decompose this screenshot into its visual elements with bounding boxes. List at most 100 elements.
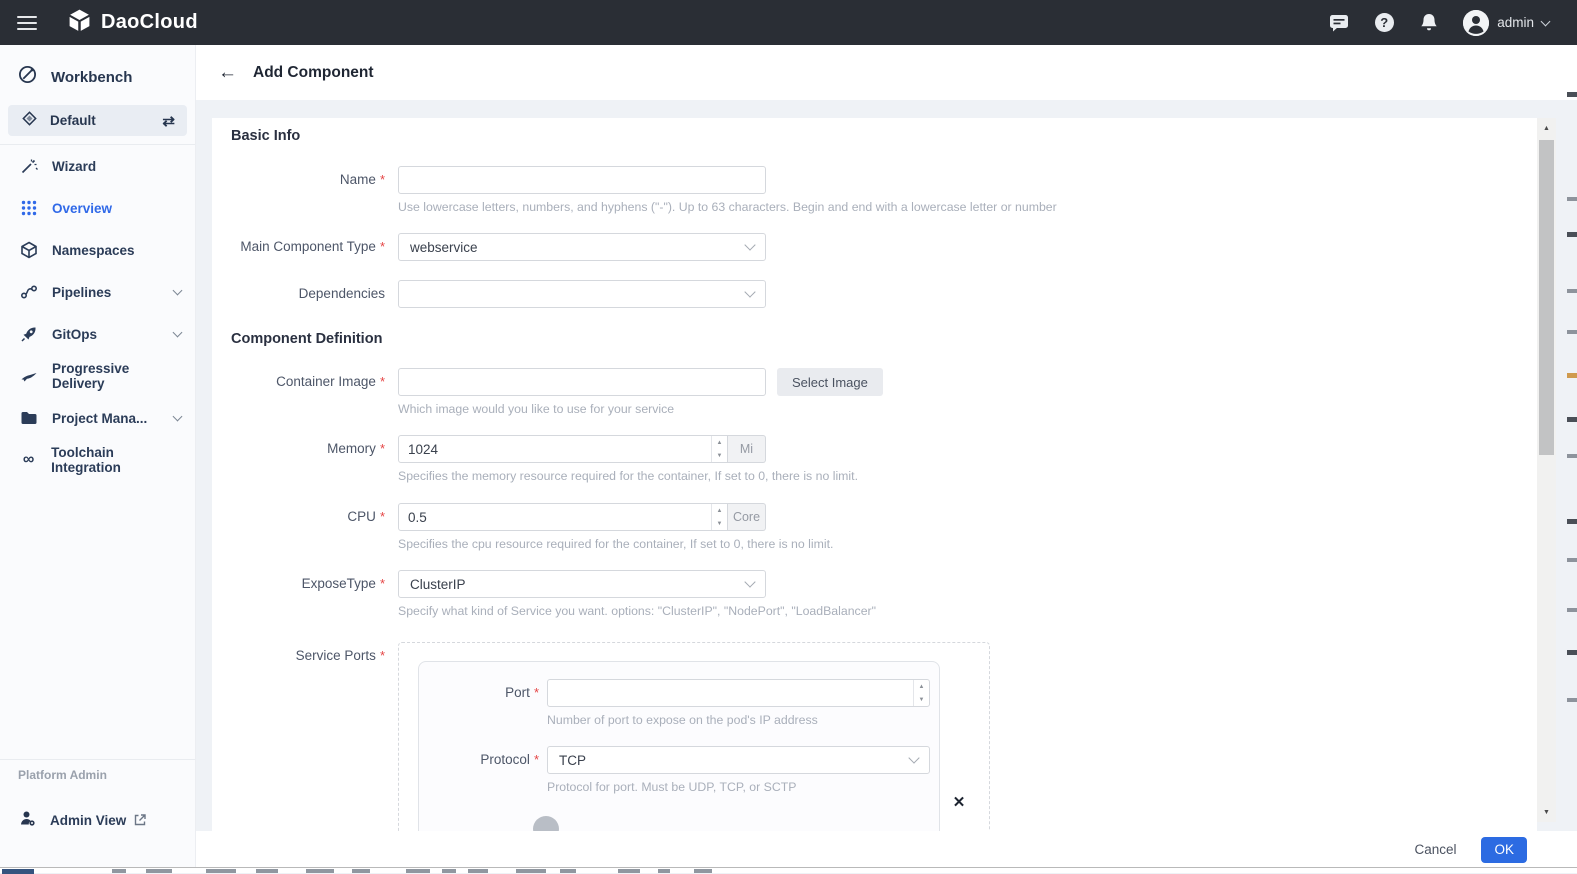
back-arrow-icon[interactable]: ← (218, 63, 237, 82)
daocloud-cube-icon (67, 8, 92, 38)
port-hint: Number of port to expose on the pod's IP… (547, 713, 818, 727)
cutoff-edge-fragment (1567, 92, 1577, 97)
chevron-down-icon (744, 576, 756, 588)
expose-type-hint: Specify what kind of Service you want. o… (398, 604, 876, 618)
stepper-down-icon[interactable]: ▼ (712, 517, 727, 530)
select-image-button[interactable]: Select Image (777, 368, 883, 396)
ok-button[interactable]: OK (1481, 836, 1527, 863)
required-marker: * (379, 239, 385, 254)
cutoff-edge-fragment (1567, 698, 1577, 702)
stepper-down-icon[interactable]: ▼ (712, 449, 727, 462)
dependencies-row: Dependencies (231, 280, 1537, 308)
cpu-stepper: ▲ ▼ (711, 504, 727, 530)
message-icon[interactable] (1328, 12, 1350, 34)
namespaces-icon (20, 241, 38, 259)
overview-icon (20, 199, 38, 217)
chevron-down-icon (744, 286, 756, 298)
cutoff-fragment (206, 869, 236, 873)
workbench-icon (18, 65, 37, 89)
basic-info-section-title: Basic Info (231, 128, 301, 144)
brand-logo[interactable]: DaoCloud (67, 8, 198, 38)
workspace-icon (21, 110, 38, 132)
cutoff-edge-fragment (1567, 232, 1577, 237)
sidebar-item-workbench[interactable]: Workbench (0, 45, 195, 103)
sidebar-item-overview[interactable]: Overview (0, 187, 195, 229)
hamburger-menu-icon[interactable] (17, 15, 37, 30)
external-link-icon (134, 814, 146, 826)
switch-workspace-icon[interactable]: ⇄ (162, 112, 175, 130)
memory-unit-badge: Mi (728, 435, 766, 463)
sidebar-item-toolchain-integration[interactable]: ∞ Toolchain Integration (0, 439, 195, 481)
stepper-up-icon[interactable]: ▲ (712, 436, 727, 449)
help-icon[interactable]: ? (1373, 12, 1395, 34)
remove-port-icon[interactable]: ✕ (950, 793, 968, 811)
expose-type-select[interactable]: ClusterIP (398, 570, 766, 598)
memory-hint: Specifies the memory resource required f… (398, 469, 858, 483)
protocol-hint: Protocol for port. Must be UDP, TCP, or … (547, 780, 797, 794)
scroll-up-arrow[interactable]: ▲ (1537, 120, 1556, 136)
name-field-row: Name * Use lowercase letters, numbers, an… (231, 166, 1537, 214)
main-component-type-select[interactable]: webservice (398, 233, 766, 261)
sidebar-item-gitops[interactable]: GitOps (0, 313, 195, 355)
container-image-hint: Which image would you like to use for yo… (398, 402, 675, 416)
required-marker: * (379, 509, 385, 524)
protocol-select[interactable]: TCP (547, 746, 930, 774)
name-hint: Use lowercase letters, numbers, and hyph… (398, 200, 1057, 214)
expose-type-label: ExposeType (301, 576, 376, 591)
sidebar-item-pipelines[interactable]: Pipelines (0, 271, 195, 313)
container-image-input[interactable] (398, 368, 766, 396)
dependencies-label: Dependencies (298, 286, 385, 301)
port-row: Port * ▲ ▼ Number of port to expose on th… (419, 679, 939, 727)
cpu-input[interactable] (398, 503, 728, 531)
sidebar-item-project-management[interactable]: Project Mana... (0, 397, 195, 439)
cancel-button[interactable]: Cancel (1414, 842, 1456, 857)
required-marker: * (379, 374, 385, 389)
cutoff-edge-fragment (1567, 650, 1577, 655)
container-image-label: Container Image (276, 374, 376, 389)
port-label: Port (505, 685, 530, 700)
sidebar-item-admin-view[interactable]: Admin View (0, 803, 195, 837)
cutoff-fragment (468, 869, 488, 873)
protocol-row: Protocol * TCP Protocol for port. Must be… (419, 746, 939, 794)
cpu-unit-badge: Core (728, 503, 766, 531)
chevron-down-icon (172, 327, 183, 338)
cutoff-fragment (406, 869, 430, 873)
sidebar-item-namespaces[interactable]: Namespaces (0, 229, 195, 271)
required-marker: * (379, 441, 385, 456)
workspace-selector-default[interactable]: Default ⇄ (8, 105, 187, 136)
cutoff-fragment (2, 869, 34, 874)
cutoff-fragment (352, 869, 370, 873)
cutoff-fragment (658, 869, 670, 873)
cutoff-bottom-content (0, 867, 1577, 874)
username-label: admin (1497, 15, 1534, 30)
chevron-down-icon (172, 285, 183, 296)
cutoff-fragment (516, 869, 546, 873)
port-input[interactable] (547, 679, 930, 707)
required-marker: * (379, 172, 385, 187)
notification-bell-icon[interactable] (1418, 12, 1440, 34)
memory-row: Memory* ▲ ▼ Mi Specifies the memory reso… (231, 435, 1537, 483)
vertical-scrollbar[interactable]: ▲ ▼ (1537, 118, 1556, 822)
cutoff-fragment (442, 869, 456, 873)
component-definition-section-title: Component Definition (231, 331, 383, 347)
memory-label: Memory (327, 441, 376, 456)
name-input[interactable] (398, 166, 766, 194)
cutoff-fragment (560, 869, 576, 873)
memory-input[interactable] (398, 435, 728, 463)
cutoff-edge-fragment (1567, 454, 1577, 458)
user-menu[interactable]: admin (1463, 9, 1551, 36)
expose-type-row: ExposeType * ClusterIP Specify what kind … (231, 570, 1537, 618)
stepper-down-icon[interactable]: ▼ (914, 693, 929, 706)
sidebar: Workbench Default ⇄ Wizard Overview Name… (0, 45, 196, 868)
service-ports-label: Service Ports (295, 648, 376, 663)
memory-stepper: ▲ ▼ (711, 436, 727, 462)
dependencies-select[interactable] (398, 280, 766, 308)
sidebar-item-wizard[interactable]: Wizard (0, 145, 195, 187)
scrollbar-thumb[interactable] (1539, 140, 1554, 455)
stepper-up-icon[interactable]: ▲ (712, 504, 727, 517)
stepper-up-icon[interactable]: ▲ (914, 680, 929, 693)
scroll-down-arrow[interactable]: ▼ (1537, 804, 1556, 820)
sidebar-item-progressive-delivery[interactable]: Progressive Delivery (0, 355, 195, 397)
topbar: DaoCloud ? admin (0, 0, 1577, 45)
cutoff-edge-fragment (1567, 519, 1577, 524)
